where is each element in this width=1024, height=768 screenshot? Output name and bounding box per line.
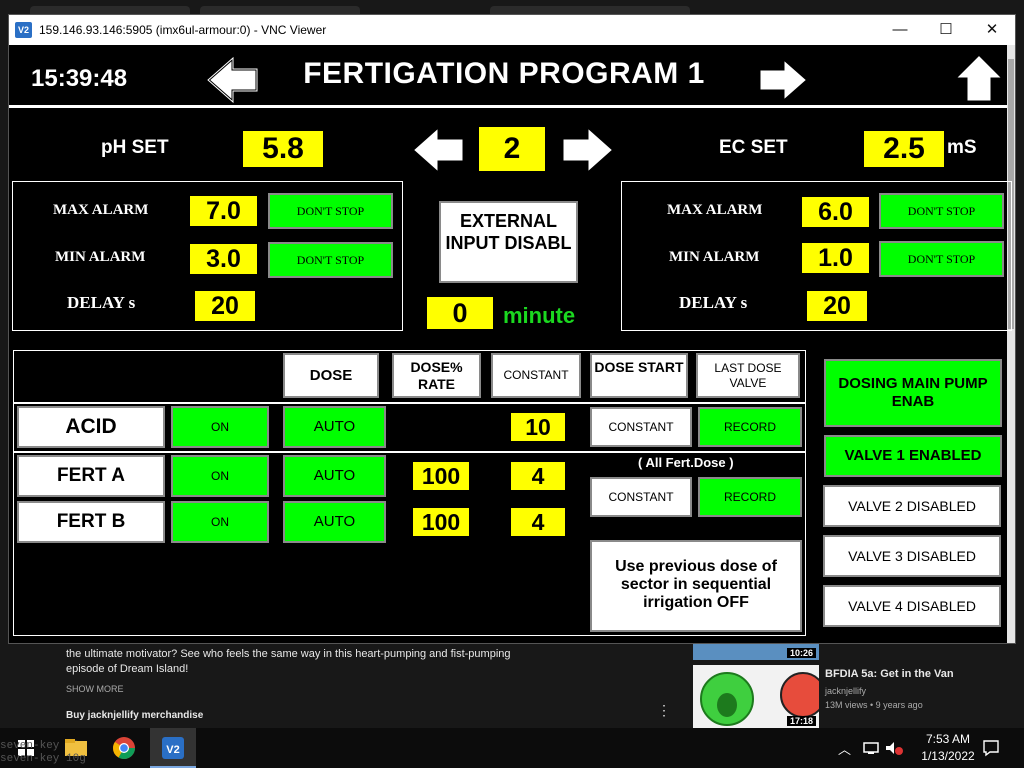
table-header-divider bbox=[13, 402, 806, 404]
svg-text:V2: V2 bbox=[166, 744, 179, 756]
next-page-arrow-icon[interactable] bbox=[755, 55, 811, 105]
acid-label: ACID bbox=[17, 406, 165, 448]
table-row-divider bbox=[13, 451, 806, 453]
vnc-viewer-window: V2 159.146.93.146:5905 (imx6ul-armour:0)… bbox=[8, 14, 1016, 644]
merch-link[interactable]: Buy jacknjellify merchandise bbox=[66, 710, 203, 721]
valve-4-button[interactable]: VALVE 4 DISABLED bbox=[823, 585, 1001, 627]
ec-min-alarm-label: MIN ALARM bbox=[669, 249, 760, 265]
ec-delay-value[interactable]: 20 bbox=[807, 291, 867, 321]
vertical-scrollbar[interactable] bbox=[1007, 45, 1015, 643]
fert-b-constant-value[interactable]: 4 bbox=[511, 508, 565, 536]
ghost-text: seven-key 10g bbox=[0, 753, 86, 765]
desktop: the ultimate motivator? See who feels th… bbox=[0, 0, 1024, 768]
ec-min-alarm-value[interactable]: 1.0 bbox=[802, 243, 869, 273]
clock-display: 15:39:48 bbox=[31, 65, 128, 92]
ec-set-label: EC SET bbox=[719, 137, 788, 158]
dosing-main-pump-button[interactable]: DOSING MAIN PUMP ENAB bbox=[824, 359, 1002, 427]
recommended-video-meta: 13M views • 9 years ago bbox=[825, 700, 923, 710]
fert-b-label: FERT B bbox=[17, 501, 165, 543]
ph-max-alarm-label: MAX ALARM bbox=[53, 202, 149, 218]
ec-set-value[interactable]: 2.5 bbox=[864, 131, 944, 167]
hmi-screen: 15:39:48 FERTIGATION PROGRAM 1 pH SET 5.… bbox=[9, 45, 1012, 643]
window-title: 159.146.93.146:5905 (imx6ul-armour:0) - … bbox=[39, 23, 327, 37]
more-vert-icon[interactable]: ⋮ bbox=[657, 703, 671, 717]
ec-unit-label: mS bbox=[947, 137, 977, 158]
ph-set-label: pH SET bbox=[101, 137, 169, 158]
program-increment-arrow-icon[interactable] bbox=[559, 123, 617, 177]
header-last-dose-valve: LAST DOSE VALVE bbox=[696, 353, 800, 398]
acid-on-button[interactable]: ON bbox=[171, 406, 269, 448]
ph-max-alarm-value[interactable]: 7.0 bbox=[190, 196, 257, 226]
header-separator bbox=[9, 105, 1007, 108]
fert-a-mode-button[interactable]: AUTO bbox=[283, 455, 386, 497]
close-button[interactable]: ✕ bbox=[969, 15, 1015, 45]
vnc-viewer-icon: V2 bbox=[162, 737, 184, 759]
video-duration: 10:26 bbox=[786, 648, 816, 658]
all-fert-dose-label: ( All Fert.Dose ) bbox=[638, 455, 734, 470]
fert-b-mode-button[interactable]: AUTO bbox=[283, 501, 386, 543]
program-number-value[interactable]: 2 bbox=[479, 127, 545, 171]
notification-center-icon[interactable] bbox=[982, 739, 1000, 757]
header-constant: CONSTANT bbox=[491, 353, 581, 398]
ph-min-alarm-value[interactable]: 3.0 bbox=[190, 244, 257, 274]
acid-mode-button[interactable]: AUTO bbox=[283, 406, 386, 448]
external-input-button[interactable]: EXTERNAL INPUT DISABL bbox=[439, 201, 578, 283]
ph-delay-label: DELAY s bbox=[67, 293, 136, 312]
vnc-app-icon: V2 bbox=[15, 22, 32, 38]
ec-max-alarm-label: MAX ALARM bbox=[667, 202, 763, 218]
valve-3-button[interactable]: VALVE 3 DISABLED bbox=[823, 535, 1001, 577]
ec-max-alarm-action-button[interactable]: DON'T STOP bbox=[879, 193, 1004, 229]
acid-last-dose-button[interactable]: RECORD bbox=[698, 407, 802, 447]
taskbar-clock-date[interactable]: 1/13/2022 bbox=[908, 749, 988, 763]
taskbar-vnc-active[interactable]: V2 bbox=[150, 728, 196, 768]
window-titlebar[interactable]: V2 159.146.93.146:5905 (imx6ul-armour:0)… bbox=[9, 15, 1015, 45]
fert-a-label: FERT A bbox=[17, 455, 165, 497]
page-title: FERTIGATION PROGRAM 1 bbox=[303, 57, 705, 90]
acid-dose-start-button[interactable]: CONSTANT bbox=[590, 407, 692, 447]
video-description: episode of Dream Island! bbox=[66, 663, 189, 675]
ec-max-alarm-value[interactable]: 6.0 bbox=[802, 197, 869, 227]
ph-set-value[interactable]: 5.8 bbox=[243, 131, 323, 167]
previous-dose-toggle-button[interactable]: Use previous dose of sector in sequentia… bbox=[590, 540, 802, 632]
ph-max-alarm-action-button[interactable]: DON'T STOP bbox=[268, 193, 393, 229]
maximize-button[interactable]: ☐ bbox=[923, 15, 969, 45]
program-decrement-arrow-icon[interactable] bbox=[409, 123, 467, 177]
valve-1-button[interactable]: VALVE 1 ENABLED bbox=[824, 435, 1002, 477]
ph-min-alarm-label: MIN ALARM bbox=[55, 249, 146, 265]
video-description: the ultimate motivator? See who feels th… bbox=[66, 648, 511, 660]
valve-2-button[interactable]: VALVE 2 DISABLED bbox=[823, 485, 1001, 527]
acid-constant-value[interactable]: 10 bbox=[511, 413, 565, 441]
video-thumbnail[interactable]: 17:18 bbox=[693, 665, 819, 728]
minimize-button[interactable]: — bbox=[877, 15, 923, 45]
video-thumbnail[interactable]: 10:26 bbox=[693, 644, 819, 660]
windows-taskbar: seven-key 10g V2 ︿ 7:53 AM 1/13/2022 bbox=[0, 728, 1024, 768]
ph-min-alarm-action-button[interactable]: DON'T STOP bbox=[268, 242, 393, 278]
fert-a-on-button[interactable]: ON bbox=[171, 455, 269, 497]
network-icon[interactable] bbox=[862, 740, 880, 756]
header-dose-start: DOSE START bbox=[590, 353, 688, 398]
fert-dose-start-button[interactable]: CONSTANT bbox=[590, 477, 692, 517]
ec-min-alarm-action-button[interactable]: DON'T STOP bbox=[879, 241, 1004, 277]
video-duration: 17:18 bbox=[786, 716, 816, 726]
minute-label: minute bbox=[503, 303, 576, 328]
recommended-video-channel[interactable]: jacknjellify bbox=[825, 686, 866, 696]
ph-delay-value[interactable]: 20 bbox=[195, 291, 255, 321]
chrome-icon[interactable] bbox=[108, 732, 140, 764]
fert-a-constant-value[interactable]: 4 bbox=[511, 462, 565, 490]
fert-b-on-button[interactable]: ON bbox=[171, 501, 269, 543]
taskbar-clock-time[interactable]: 7:53 AM bbox=[908, 732, 988, 746]
show-hidden-icons-chevron-up-icon[interactable]: ︿ bbox=[838, 739, 851, 758]
fert-last-dose-button[interactable]: RECORD bbox=[698, 477, 802, 517]
show-more-link[interactable]: SHOW MORE bbox=[66, 684, 124, 694]
header-dose: DOSE bbox=[283, 353, 379, 398]
fert-a-rate-value[interactable]: 100 bbox=[413, 462, 469, 490]
recommended-video-title[interactable]: BFDIA 5a: Get in the Van bbox=[825, 668, 954, 680]
minute-value[interactable]: 0 bbox=[427, 297, 493, 329]
home-up-arrow-icon[interactable] bbox=[951, 51, 1007, 105]
fert-b-rate-value[interactable]: 100 bbox=[413, 508, 469, 536]
header-dose-rate: DOSE% RATE bbox=[392, 353, 481, 398]
volume-muted-icon[interactable] bbox=[884, 740, 904, 756]
previous-page-arrow-icon[interactable] bbox=[205, 55, 261, 105]
ec-delay-label: DELAY s bbox=[679, 293, 748, 312]
